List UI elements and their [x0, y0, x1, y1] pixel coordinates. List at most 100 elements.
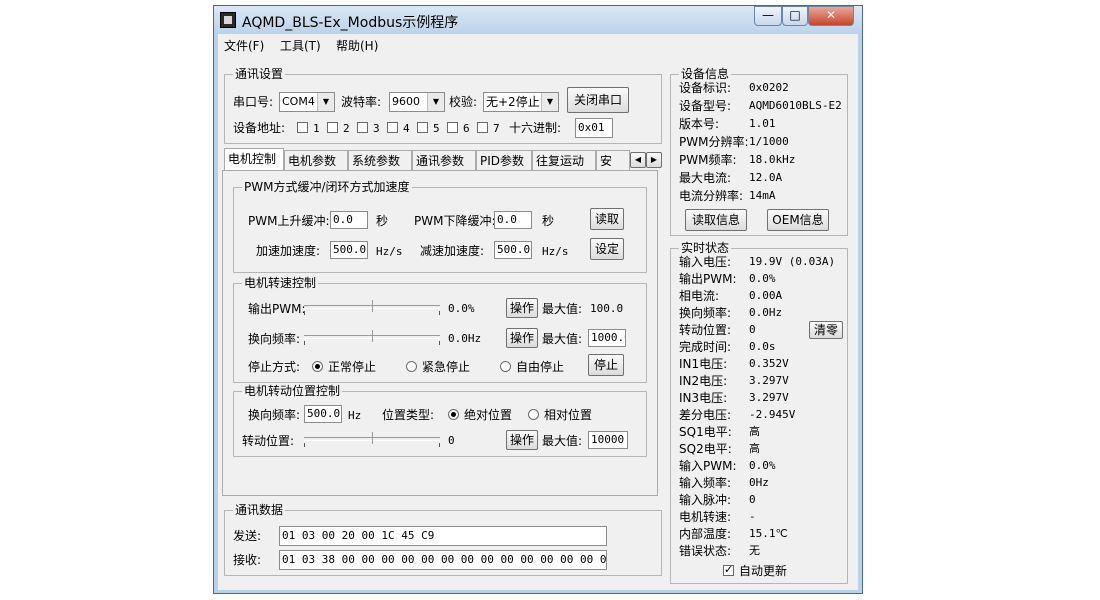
status-value: - [749, 510, 756, 523]
info-key: 最大电流: [679, 171, 732, 185]
realtime-status-group: 实时状态 输入电压: 19.9V (0.03A) 输出PWM: 0.0% 相电流: 0… [670, 241, 848, 584]
status-key: 输入脉冲: [679, 493, 732, 507]
addr-bit-6-checkbox[interactable] [447, 122, 458, 133]
device-info-row: 电流分辨率: 14mA [671, 189, 847, 207]
pwm-rise-field[interactable]: 0.0 [330, 211, 368, 229]
position-slider[interactable] [304, 432, 440, 448]
stop-emergency-radio[interactable] [406, 361, 417, 372]
status-row: 电机转速: - [671, 510, 847, 527]
commutation-freq-value: 0.0Hz [448, 332, 482, 345]
status-value: 0 [749, 493, 756, 506]
baud-value: 9600 [392, 95, 420, 108]
freq-operate-button[interactable]: 操作 [506, 328, 538, 348]
app-icon [220, 12, 236, 28]
info-key: 设备标识: [679, 81, 732, 95]
output-pwm-label: 输出PWM: [248, 302, 306, 316]
tab-pid-params[interactable]: PID参数 [476, 150, 532, 170]
status-key: 差分电压: [679, 408, 732, 422]
info-key: PWM频率: [679, 153, 737, 167]
decel-unit: Hz/s [542, 245, 569, 258]
parity-value: 无+2停止 [486, 95, 540, 109]
freq-max-field[interactable]: 1000.0 [588, 329, 626, 347]
freq-slider[interactable] [304, 330, 440, 346]
tab-scroll-right-icon[interactable]: ▶ [646, 152, 662, 168]
stop-button[interactable]: 停止 [588, 354, 624, 376]
tab-motor-params[interactable]: 电机参数 [284, 150, 348, 170]
position-slider-thumb[interactable] [372, 432, 375, 444]
stop-free-radio[interactable] [500, 361, 511, 372]
accel-field[interactable]: 500.0 [330, 241, 368, 259]
comm-data-title: 通讯数据 [233, 503, 286, 517]
baud-select[interactable]: 9600 ▼ [389, 92, 445, 112]
addr-bit-1-checkbox[interactable] [297, 122, 308, 133]
tab-motor-control[interactable]: 电机控制 [224, 148, 284, 170]
status-value: 高 [749, 425, 760, 438]
rotation-position-label: 转动位置: [242, 434, 295, 448]
position-max-field[interactable]: 10000 [588, 431, 628, 449]
close-port-button[interactable]: 关闭串口 [567, 87, 629, 113]
tab-comm-params[interactable]: 通讯参数 [412, 150, 476, 170]
maximize-button[interactable]: □ [782, 6, 808, 26]
port-label: 串口号: [233, 95, 274, 109]
tab-reciprocating[interactable]: 往复运动 [532, 150, 596, 170]
slider-tick [439, 311, 440, 315]
tab-system-params[interactable]: 系统参数 [348, 150, 412, 170]
absolute-position-radio[interactable] [448, 409, 459, 420]
receive-data-field[interactable]: 01 03 38 00 00 00 00 00 00 00 00 00 00 0… [279, 550, 607, 570]
relative-position-radio[interactable] [528, 409, 539, 420]
pwm-operate-button[interactable]: 操作 [506, 298, 538, 318]
close-button[interactable]: ✕ [808, 6, 854, 26]
port-select[interactable]: COM4 ▼ [279, 92, 335, 112]
status-key: 换向频率: [679, 306, 732, 320]
read-buffer-button[interactable]: 读取 [590, 208, 624, 230]
info-key: 电流分辨率: [679, 189, 744, 203]
addr-bit-5-checkbox[interactable] [417, 122, 428, 133]
hex-address-field[interactable]: 0x01 [575, 118, 613, 138]
status-row: 差分电压: -2.945V [671, 408, 847, 425]
tab-scroll-left-icon[interactable]: ◀ [630, 152, 646, 168]
device-info-title: 设备信息 [679, 67, 732, 81]
addr-bit-6-label: 6 [463, 122, 470, 135]
hex-label: 十六进制: [509, 121, 562, 135]
stop-normal-label: 正常停止 [328, 360, 377, 374]
output-pwm-value: 0.0% [448, 302, 475, 315]
status-key: IN1电压: [679, 357, 728, 371]
menu-file[interactable]: 文件(F) [224, 37, 264, 54]
pwm-slider[interactable] [304, 300, 440, 316]
menu-tools[interactable]: 工具(T) [280, 37, 321, 54]
position-operate-button[interactable]: 操作 [506, 430, 538, 450]
addr-bit-7-checkbox[interactable] [477, 122, 488, 133]
chevron-down-icon: ▼ [317, 93, 334, 111]
pos-freq-unit: Hz [348, 409, 362, 422]
pwm-max-value: 100.0 [590, 302, 624, 315]
tab-safety[interactable]: 安 [596, 150, 630, 170]
minimize-button[interactable]: — [754, 6, 782, 26]
addr-bit-2-checkbox[interactable] [327, 122, 338, 133]
chevron-down-icon: ▼ [541, 93, 558, 111]
stop-normal-radio[interactable] [312, 361, 323, 372]
accel-label: 加速加速度: [256, 244, 321, 258]
pos-freq-field[interactable]: 500.0 [304, 405, 342, 423]
send-data-field[interactable]: 01 03 00 20 00 1C 45 C9 [279, 526, 607, 546]
read-info-button[interactable]: 读取信息 [685, 209, 747, 231]
pwm-fall-field[interactable]: 0.0 [494, 211, 532, 229]
freq-slider-thumb[interactable] [372, 330, 375, 342]
status-key: 输入PWM: [679, 459, 737, 473]
menu-help[interactable]: 帮助(H) [336, 37, 378, 54]
info-value: 1/1000 [749, 135, 789, 148]
auto-refresh-checkbox[interactable] [723, 563, 734, 576]
status-key: IN3电压: [679, 391, 728, 405]
clear-position-button[interactable]: 清零 [809, 321, 843, 339]
set-accel-button[interactable]: 设定 [590, 238, 624, 260]
pwm-slider-thumb[interactable] [372, 300, 375, 312]
status-key: 相电流: [679, 289, 720, 303]
app-window: AQMD_BLS-Ex_Modbus示例程序 — □ ✕ 文件(F) 工具(T)… [213, 5, 863, 594]
oem-info-button[interactable]: OEM信息 [767, 209, 829, 231]
parity-select[interactable]: 无+2停止 ▼ [483, 92, 559, 112]
addr-bit-4-checkbox[interactable] [387, 122, 398, 133]
stop-free-label: 自由停止 [516, 360, 565, 374]
device-info-row: 版本号: 1.01 [671, 117, 847, 135]
addr-bit-3-checkbox[interactable] [357, 122, 368, 133]
decel-field[interactable]: 500.0 [494, 241, 532, 259]
pwm-rise-label: PWM上升缓冲: [248, 214, 330, 228]
